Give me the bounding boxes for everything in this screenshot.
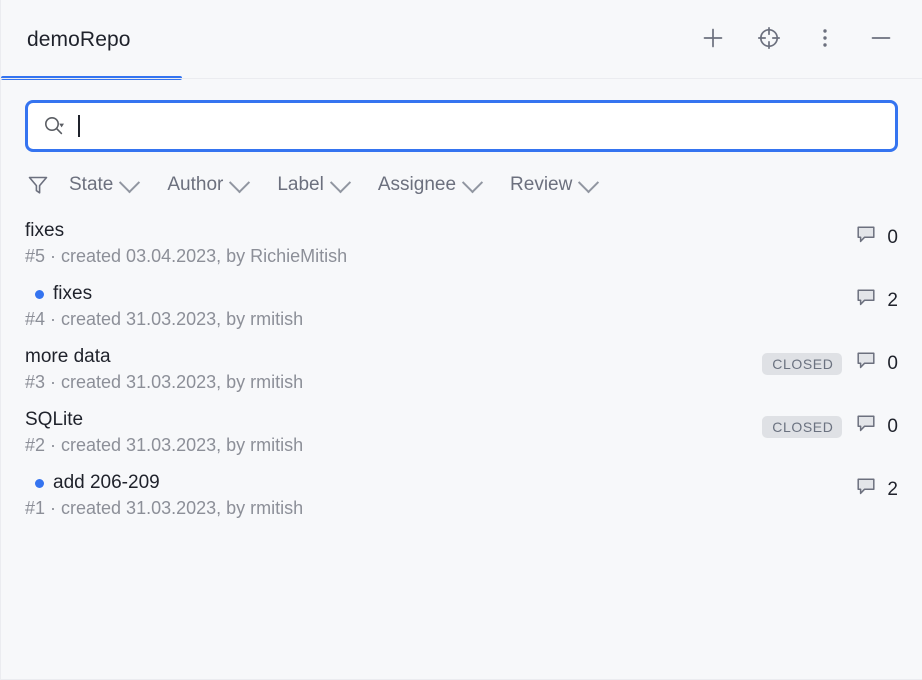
list-item-title: add 206-209	[53, 472, 160, 493]
list-item-meta: 0	[854, 223, 898, 252]
list-item-5[interactable]: add 206-209 2 #1 · created 31.03.2023, b…	[1, 466, 922, 529]
list-item-meta: CLOSED 0	[762, 349, 898, 378]
filter-review[interactable]: Review	[510, 170, 608, 200]
comment-count-label: 0	[887, 415, 898, 437]
header-divider	[1, 78, 922, 79]
add-icon[interactable]	[696, 21, 730, 55]
filter-author-label: Author	[167, 174, 224, 195]
filter-label-label: Label	[277, 174, 324, 195]
search-icon[interactable]	[42, 114, 66, 138]
chevron-down-icon	[578, 171, 600, 193]
list-item-meta: 2	[854, 475, 898, 504]
comment-counter: 2	[854, 286, 898, 315]
filter-review-label: Review	[510, 174, 573, 195]
comment-count-label: 2	[887, 478, 898, 500]
list-item-subtitle: #4 · created 31.03.2023, by rmitish	[25, 309, 304, 329]
filter-state-label: State	[69, 174, 114, 195]
list-item-header: fixes	[25, 283, 898, 305]
chevron-down-icon	[119, 171, 141, 193]
comment-icon	[854, 286, 878, 315]
list-item-2[interactable]: fixes 2 #4 · created 31.03.2023, by rmit…	[1, 277, 922, 340]
list-item-3[interactable]: more data CLOSED 0 #3 · created 31.03.20…	[1, 340, 922, 403]
filter-funnel-icon[interactable]	[25, 172, 51, 198]
comment-counter: 0	[854, 223, 898, 252]
comment-count-label: 0	[887, 352, 898, 374]
list-item-title: fixes	[53, 283, 93, 304]
filter-state[interactable]: State	[69, 170, 149, 200]
unread-dot-icon	[35, 289, 44, 299]
filter-assignee-label: Assignee	[377, 174, 457, 195]
tab-label: demoRepo	[27, 28, 131, 51]
unread-indicator-slot	[25, 289, 53, 299]
comment-count-label: 0	[887, 226, 898, 248]
list-item-title: more data	[25, 346, 111, 367]
status-badge: CLOSED	[762, 415, 843, 438]
list-item-title: SQLite	[25, 409, 84, 430]
comment-icon	[854, 412, 878, 441]
status-badge: CLOSED	[762, 352, 843, 375]
tool-window-header: demoRepo	[1, 0, 922, 80]
filter-assignee[interactable]: Assignee	[378, 170, 492, 200]
header-toolbar	[696, 0, 922, 76]
unread-dot-icon	[35, 478, 44, 488]
list-item-subtitle: #5 · created 03.04.2023, by RichieMitish	[25, 246, 348, 266]
list-item-1[interactable]: fixes 0 #5 · created 03.04.2023, by Rich…	[1, 214, 922, 277]
list-item-meta: 2	[854, 286, 898, 315]
more-options-icon[interactable]	[808, 21, 842, 55]
filter-label[interactable]: Label	[277, 170, 360, 200]
comment-icon	[854, 475, 878, 504]
list-item-header: fixes	[25, 220, 898, 242]
chevron-down-icon	[329, 171, 351, 193]
pull-requests-tool-window: demoRepo State Author Label Assignee Rev…	[0, 0, 922, 680]
comment-count-label: 2	[887, 289, 898, 311]
comment-icon	[854, 349, 878, 378]
comment-counter: 0	[854, 349, 898, 378]
unread-indicator-slot	[25, 478, 53, 488]
chevron-down-icon	[229, 171, 251, 193]
search-input[interactable]	[25, 100, 898, 152]
pull-request-list: fixes 0 #5 · created 03.04.2023, by Rich…	[1, 214, 922, 529]
list-item-meta: CLOSED 0	[762, 412, 898, 441]
chevron-down-icon	[461, 171, 484, 193]
list-item-title: fixes	[25, 220, 65, 241]
filter-bar: State Author Label Assignee Review	[1, 152, 922, 200]
minimize-icon[interactable]	[864, 21, 898, 55]
tab-demorepo[interactable]: demoRepo	[1, 0, 182, 80]
target-icon[interactable]	[752, 21, 786, 55]
filter-author[interactable]: Author	[167, 170, 259, 200]
comment-counter: 0	[854, 412, 898, 441]
search-area	[1, 80, 922, 152]
comment-counter: 2	[854, 475, 898, 504]
text-caret	[78, 115, 80, 137]
list-item-header: add 206-209	[25, 472, 898, 494]
list-item-4[interactable]: SQLite CLOSED 0 #2 · created 31.03.2023,…	[1, 403, 922, 466]
comment-icon	[854, 223, 878, 252]
list-item-subtitle: #1 · created 31.03.2023, by rmitish	[25, 498, 304, 518]
